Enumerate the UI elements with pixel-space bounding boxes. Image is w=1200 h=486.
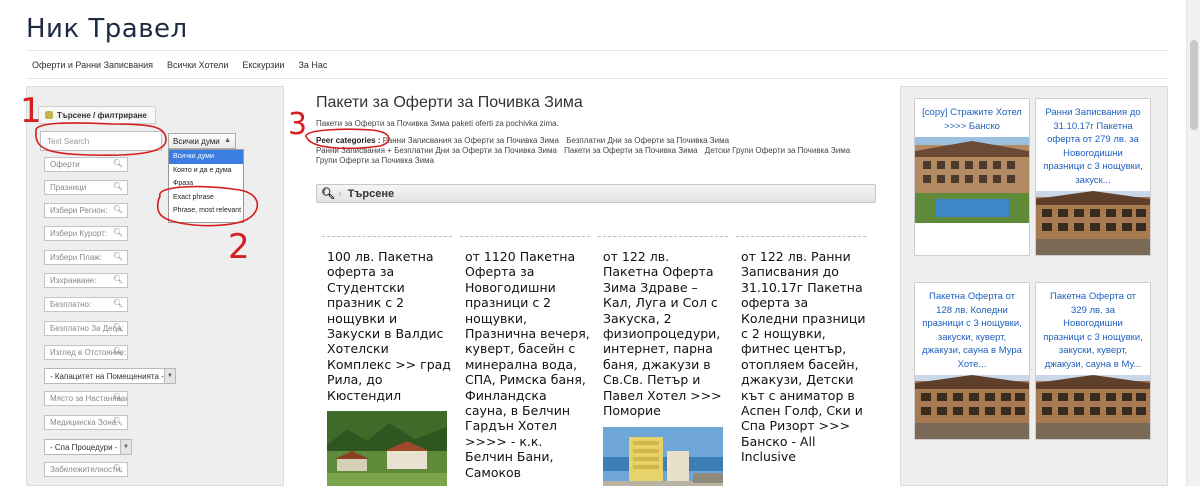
offer-card[interactable]: от 122 лв. Ранни Записвания до 31.10.17г… (736, 236, 866, 465)
hotel-card-link[interactable]: Пакетна Оферта от 329 лв. за Новогодишни… (1036, 283, 1150, 372)
capacity-select-value: - Капацитет на Помещенията - (50, 372, 164, 381)
peer-category-link[interactable]: Пакети за Оферти за Почивка Зима (564, 146, 697, 155)
search-icon: 🔍︎ (112, 464, 123, 473)
match-option-phrase[interactable]: Фраза (169, 177, 243, 191)
hotel-image[interactable] (1036, 375, 1150, 439)
filter-free[interactable]: Безплатно: 🔍︎ (44, 297, 128, 312)
filter-resort[interactable]: Избери Курорт: 🔍︎ (44, 226, 128, 241)
nav-item-about[interactable]: За Нас (292, 56, 335, 76)
main-nav: Оферти и Ранни Записвания Всички Хотели … (26, 56, 335, 76)
chevron-right-icon: › (337, 188, 342, 200)
hotel-card-link[interactable]: Ранни Записвания до 31.10.17г Пакетна оф… (1036, 99, 1150, 188)
hotel-card[interactable]: [copy] Стражите Хотел >>>> Банско (914, 98, 1030, 256)
hotel-image[interactable] (915, 375, 1029, 439)
filter-medical-zone[interactable]: Медицинска Зона: 🔍︎ (44, 415, 128, 430)
search-icon: 🔍︎ (112, 159, 123, 168)
match-option-phrase-relevant[interactable]: Phrase, most relevant (169, 204, 243, 218)
filter-medical-zone-label: Медицинска Зона: (50, 418, 119, 427)
offer-title[interactable]: 100 лв. Пакетна оферта за Студентски пра… (322, 237, 452, 403)
filter-offers[interactable]: Оферти 🔍︎ (44, 157, 128, 172)
filter-resort-label: Избери Курорт: (50, 229, 108, 238)
spa-select[interactable]: - Спа Процедури - ▼ (44, 439, 132, 455)
text-search-input[interactable]: Text Search (40, 131, 162, 151)
search-icon: 🔍︎ (112, 299, 123, 308)
search-section-label: Търсене (347, 188, 395, 200)
search-icon: 🔍︎ (321, 188, 335, 200)
filter-region[interactable]: Избери Регион: 🔍︎ (44, 203, 128, 218)
offer-title[interactable]: от 122 лв. Пакетна Оферта Зима Здраве – … (598, 237, 728, 418)
nav-item-hotels[interactable]: Всички Хотели (161, 56, 236, 76)
peer-category-link[interactable]: Безплатни Дни за Оферти за Почивка Зима (566, 136, 729, 145)
filter-board-label: Изхранване: (50, 276, 97, 285)
filter-beach[interactable]: Избери Плаж: 🔍︎ (44, 250, 128, 265)
hotel-image[interactable] (915, 137, 1029, 223)
page-description: Пакети за Оферти за Почивка Зима paketi … (316, 119, 559, 128)
hotel-card-link[interactable]: [copy] Стражите Хотел >>>> Банско (915, 99, 1029, 133)
match-option-all-words[interactable]: Всички думи (169, 150, 243, 164)
search-icon: 🔍︎ (112, 417, 123, 426)
nav-divider (26, 78, 1168, 79)
chevron-down-icon: ▼ (120, 440, 131, 454)
filter-icon (45, 111, 53, 119)
filter-tab[interactable]: Търсене / филтриране (38, 106, 156, 124)
match-option-any-word[interactable]: Която и да е дума (169, 164, 243, 178)
filter-view-distance[interactable]: Изглед в Отстояние: 🔍︎ (44, 345, 128, 360)
hotel-card[interactable]: Пакетна Оферта от 128 лв. Коледни празни… (914, 282, 1030, 440)
spa-select-value: - Спа Процедури - (50, 443, 118, 452)
search-icon: 🔍︎ (112, 347, 123, 356)
search-icon: 🔍︎ (112, 275, 123, 284)
search-icon: 🔍︎ (112, 205, 123, 214)
search-icon: 🔍︎ (112, 393, 123, 402)
peer-category-link[interactable]: Ранни Записвания за Оферти за Почивка Зи… (383, 136, 559, 145)
offer-card[interactable]: от 122 лв. Пакетна Оферта Зима Здраве – … (598, 236, 728, 486)
nav-item-excursions[interactable]: Екскурзии (236, 56, 292, 76)
site-title[interactable]: Ник Травел (26, 14, 188, 44)
offer-card[interactable]: 100 лв. Пакетна оферта за Студентски пра… (322, 236, 452, 486)
search-icon: 🔍︎ (112, 323, 123, 332)
filter-free-kids[interactable]: Безплатно За Деца: 🔍︎ (44, 321, 128, 336)
filter-beach-label: Избери Плаж: (50, 253, 102, 262)
match-mode-dropdown: Всички думи Която и да е дума Фраза Exac… (168, 149, 244, 223)
search-icon: 🔍︎ (112, 252, 123, 261)
chevron-down-icon: ▼ (164, 369, 175, 383)
filter-holidays[interactable]: Празници 🔍︎ (44, 180, 128, 195)
page-title: Пакети за Оферти за Почивка Зима (316, 94, 583, 111)
hotel-card[interactable]: Ранни Записвания до 31.10.17г Пакетна оф… (1035, 98, 1151, 256)
filter-sights-label: Забележителности: (50, 465, 123, 474)
peer-category-link[interactable]: Групи Оферти за Почивка Зима (316, 156, 434, 165)
offer-image[interactable] (603, 427, 723, 486)
peer-categories: Peer categories : Ранни Записвания за Оф… (316, 136, 876, 166)
filter-holidays-label: Празници (50, 183, 87, 192)
offer-image[interactable] (327, 411, 447, 486)
hotel-card[interactable]: Пакетна Оферта от 329 лв. за Новогодишни… (1035, 282, 1151, 440)
filter-accommodation[interactable]: Място за Настаняване: 🔍︎ (44, 391, 128, 406)
nav-item-offers[interactable]: Оферти и Ранни Записвания (26, 56, 161, 76)
filter-offers-label: Оферти (50, 160, 80, 169)
match-mode-select[interactable]: Всички думи ▲ (168, 133, 236, 149)
search-icon: 🔍︎ (112, 228, 123, 237)
chevron-up-icon: ▲ (224, 137, 231, 144)
page-scrollbar[interactable] (1186, 0, 1200, 486)
filter-sights[interactable]: Забележителности: 🔍︎ (44, 462, 128, 477)
header-divider (26, 50, 1168, 51)
filter-board[interactable]: Изхранване: 🔍︎ (44, 273, 128, 288)
filter-region-label: Избери Регион: (50, 206, 108, 215)
filter-free-label: Безплатно: (50, 300, 92, 309)
offer-title[interactable]: от 1120 Пакетна Оферта за Новогодишни пр… (460, 237, 590, 480)
search-icon: 🔍︎ (112, 182, 123, 191)
match-option-exact-phrase[interactable]: Exact phrase (169, 191, 243, 205)
peer-category-link[interactable]: Детски Групи Оферти за Почивка Зима (705, 146, 850, 155)
match-mode-value: Всички думи (173, 137, 220, 146)
offer-card[interactable]: от 1120 Пакетна Оферта за Новогодишни пр… (460, 236, 590, 480)
search-section-header[interactable]: 🔍︎ › Търсене (316, 184, 876, 203)
offer-title[interactable]: от 122 лв. Ранни Записвания до 31.10.17г… (736, 237, 866, 465)
hotel-card-link[interactable]: Пакетна Оферта от 128 лв. Коледни празни… (915, 283, 1029, 372)
annotation-marker-3: 3 (288, 107, 307, 142)
scrollbar-thumb[interactable] (1190, 40, 1198, 130)
peer-categories-label: Peer categories : (316, 136, 381, 145)
peer-category-link[interactable]: Ранни Записвания + Безплатни Дни за Офер… (316, 146, 557, 155)
capacity-select[interactable]: - Капацитет на Помещенията - ▼ (44, 368, 176, 384)
filter-tab-label: Търсене / филтриране (57, 111, 147, 120)
hotel-image[interactable] (1036, 191, 1150, 255)
